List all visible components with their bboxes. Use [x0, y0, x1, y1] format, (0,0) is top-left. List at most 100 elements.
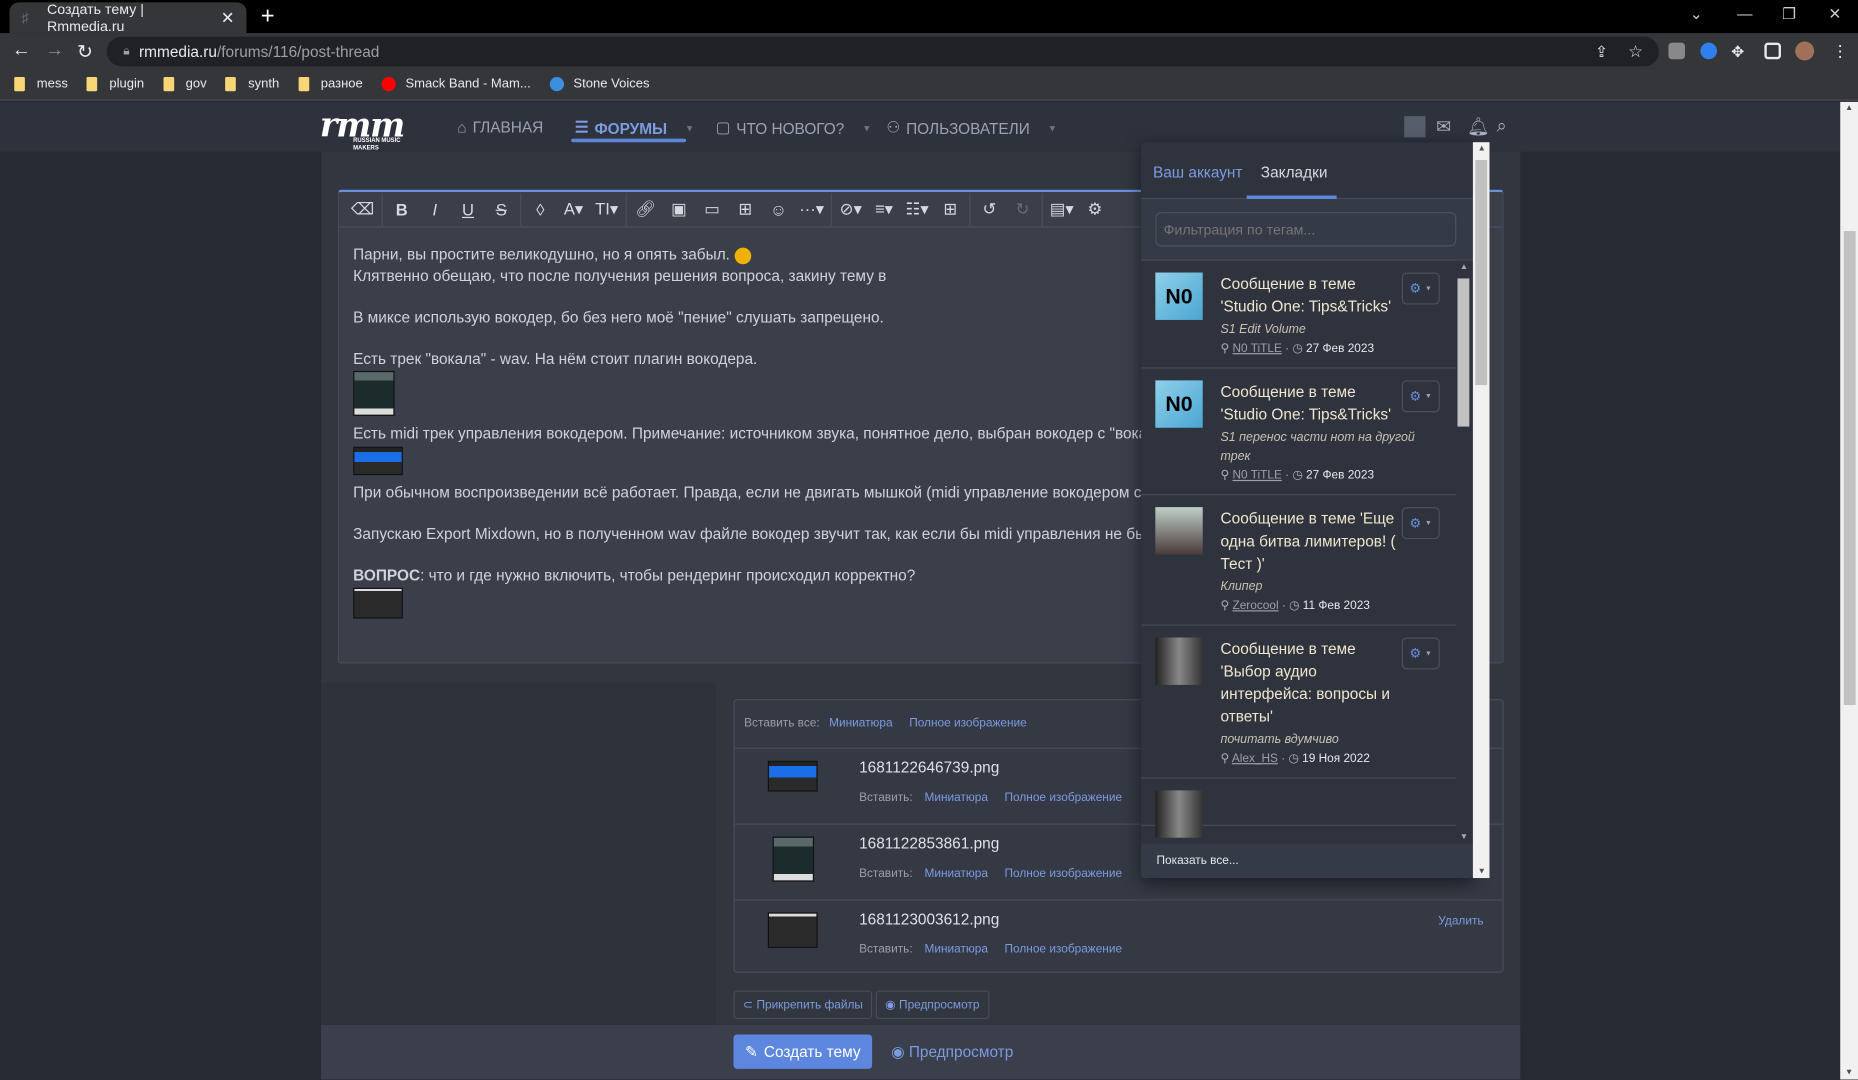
gear-icon[interactable]: ⚙ — [1078, 199, 1111, 219]
nav-forums[interactable]: ☰ ФОРУМЫ ▼ — [575, 118, 695, 137]
tab-your-account[interactable]: Ваш аккаунт — [1153, 164, 1243, 182]
menu-icon[interactable]: ⋮ — [1832, 41, 1849, 61]
bell-icon[interactable]: 🔔︎ — [1467, 116, 1490, 137]
profile-avatar[interactable] — [1795, 41, 1815, 61]
insert-thumbnail-link[interactable]: Миниатюра — [924, 943, 987, 956]
bookmark-user-link[interactable]: Zerocool — [1232, 600, 1278, 613]
bookmark-title[interactable]: Сообщение в теме 'Studio One: Tips&Trick… — [1220, 273, 1398, 318]
search-icon[interactable]: ⌕ — [1497, 116, 1507, 136]
bookmark-item[interactable]: N0 Сообщение в теме 'Studio One: Tips&Tr… — [1141, 261, 1457, 369]
nav-home[interactable]: ⌂ ГЛАВНАЯ — [457, 118, 543, 136]
close-window-icon[interactable]: ✕ — [1828, 5, 1841, 24]
undo-icon[interactable]: ↺ — [973, 199, 1006, 219]
insert-thumbnail-link[interactable]: Миниатюра — [924, 867, 987, 880]
preview-small-button[interactable]: ◉ Предпросмотр — [875, 990, 989, 1020]
strikethrough-icon[interactable]: S — [485, 200, 518, 219]
bookmark-options-button[interactable]: ⚙ ▼ — [1401, 272, 1440, 305]
bookmark-item[interactable]: Сообщение в теме 'Выбор аудио интерфейса… — [1141, 626, 1457, 779]
attachment-thumbnail[interactable] — [772, 836, 815, 882]
underline-icon[interactable]: U — [451, 200, 484, 219]
back-icon[interactable]: ← — [12, 40, 31, 61]
delete-attachment-link[interactable]: Удалить — [1438, 915, 1483, 928]
media-icon[interactable]: ⊞ — [729, 199, 762, 219]
site-logo[interactable]: rmm RUSSIAN MUSIC MAKERS — [320, 105, 405, 151]
bookmark-item[interactable]: Сообщение в теме 'Еще одна битва лимитер… — [1141, 495, 1457, 626]
bookmark-star-icon[interactable]: ☆ — [1628, 41, 1643, 61]
bookmark-synth[interactable]: synth — [225, 77, 279, 92]
attachment-thumbnail[interactable] — [767, 760, 818, 792]
chevron-down-icon[interactable]: ▼ — [685, 123, 694, 134]
list-scrollbar-thumb[interactable] — [1457, 278, 1470, 427]
bookmark-mess[interactable]: mess — [14, 77, 68, 92]
more-icon[interactable]: ···▾ — [795, 199, 828, 219]
extensions-puzzle-icon[interactable]: ✥ — [1731, 43, 1744, 62]
attachment-thumbnail[interactable] — [767, 912, 818, 948]
italic-icon[interactable]: I — [418, 200, 451, 219]
preview-button[interactable]: ◉ Предпросмотр — [891, 1043, 1013, 1062]
bookmark-options-button[interactable]: ⚙ ▼ — [1401, 637, 1440, 670]
image-thumbnail[interactable] — [353, 446, 403, 475]
image-thumbnail[interactable] — [353, 587, 403, 619]
tab-bookmarks[interactable]: Закладки — [1261, 164, 1328, 182]
drafts-icon[interactable]: ▤▾ — [1045, 199, 1078, 219]
dropdown-scrollbar-thumb[interactable] — [1475, 159, 1488, 386]
nav-whats-new[interactable]: ▢ ЧТО НОВОГО? ▼ — [716, 118, 872, 137]
bookmark-options-button[interactable]: ⚙ ▼ — [1401, 507, 1440, 540]
address-bar[interactable]: 🔒︎ rmmedia.ru/forums/116/post-thread — [106, 36, 1659, 67]
color-drop-icon[interactable]: ◊ — [524, 200, 557, 219]
browser-tab[interactable]: ♯ Создать тему | Rmmedia.ru ✕ — [9, 1, 247, 34]
redo-icon[interactable]: ↻ — [1006, 199, 1039, 219]
hide-icon[interactable]: ⊘▾ — [834, 199, 867, 219]
link-icon[interactable]: 🔗︎ — [629, 199, 662, 219]
bookmark-title[interactable]: Сообщение в теме 'Studio One: Tips&Trick… — [1220, 380, 1398, 425]
bookmark-gov[interactable]: gov — [163, 77, 207, 92]
align-icon[interactable]: ≡▾ — [867, 199, 900, 219]
mail-icon[interactable]: ✉ — [1436, 116, 1451, 137]
bookmark-plugin[interactable]: plugin — [86, 77, 144, 92]
chevron-down-icon[interactable]: ▼ — [862, 123, 871, 134]
bookmark-stone-voices[interactable]: Stone Voices — [549, 77, 650, 92]
table-icon[interactable]: ⊞ — [934, 199, 967, 219]
new-tab-icon[interactable]: + — [261, 4, 275, 31]
insert-all-thumbnail-link[interactable]: Миниатюра — [829, 717, 892, 730]
close-tab-icon[interactable]: ✕ — [221, 8, 235, 28]
attach-files-button[interactable]: ⊂ Прикрепить файлы — [733, 990, 873, 1020]
bookmark-user-link[interactable]: Alex_HS — [1232, 752, 1278, 765]
list-icon[interactable]: ☷▾ — [901, 199, 934, 219]
video-icon[interactable]: ▭ — [696, 199, 729, 219]
side-panel-icon[interactable] — [1764, 42, 1781, 60]
nav-users[interactable]: ⚇ ПОЛЬЗОВАТЕЛИ ▼ — [886, 118, 1057, 137]
show-all-link[interactable]: Показать все... — [1141, 843, 1473, 879]
tab-search-icon[interactable]: ⌄ — [1690, 5, 1703, 24]
bookmark-smack-band[interactable]: Smack Band - Mam... — [381, 77, 531, 92]
insert-full-link[interactable]: Полное изображение — [1005, 792, 1123, 805]
page-scrollbar-thumb[interactable] — [1843, 231, 1856, 706]
restore-icon[interactable]: ❐ — [1782, 5, 1796, 24]
font-size-icon[interactable]: TI▾ — [590, 199, 623, 219]
minimize-icon[interactable]: — — [1737, 5, 1752, 23]
bookmark-raznoe[interactable]: разное — [298, 77, 363, 92]
bookmark-title[interactable]: Сообщение в теме 'Выбор аудио интерфейса… — [1220, 638, 1398, 728]
emoji-icon[interactable]: ☺ — [762, 200, 795, 219]
bold-icon[interactable]: B — [385, 200, 418, 219]
insert-full-link[interactable]: Полное изображение — [1005, 943, 1123, 956]
insert-full-link[interactable]: Полное изображение — [1005, 867, 1123, 880]
image-thumbnail[interactable] — [353, 370, 395, 416]
bookmark-user-link[interactable]: N0 TiTLE — [1232, 342, 1281, 355]
bookmark-title[interactable]: Сообщение в теме 'Еще одна битва лимитер… — [1220, 507, 1398, 575]
font-icon[interactable]: A▾ — [557, 199, 590, 219]
user-avatar[interactable] — [1404, 116, 1426, 138]
insert-thumbnail-link[interactable]: Миниатюра — [924, 792, 987, 805]
tag-filter-input[interactable] — [1155, 212, 1457, 247]
eraser-icon[interactable]: ⌫ — [346, 199, 379, 219]
reload-icon[interactable]: ↻ — [77, 40, 93, 64]
forward-icon[interactable]: → — [45, 40, 64, 61]
chevron-down-icon[interactable]: ▼ — [1048, 123, 1057, 134]
bookmark-user-link[interactable]: N0 TiTLE — [1232, 469, 1281, 482]
bookmark-item[interactable]: N0 Сообщение в теме 'Studio One: Tips&Tr… — [1141, 369, 1457, 496]
extension-shield-icon[interactable] — [1668, 42, 1685, 60]
image-icon[interactable]: ▣ — [662, 199, 695, 219]
bookmark-options-button[interactable]: ⚙ ▼ — [1401, 380, 1440, 413]
insert-all-full-link[interactable]: Полное изображение — [909, 717, 1027, 730]
bookmark-item-partial[interactable] — [1141, 779, 1457, 838]
